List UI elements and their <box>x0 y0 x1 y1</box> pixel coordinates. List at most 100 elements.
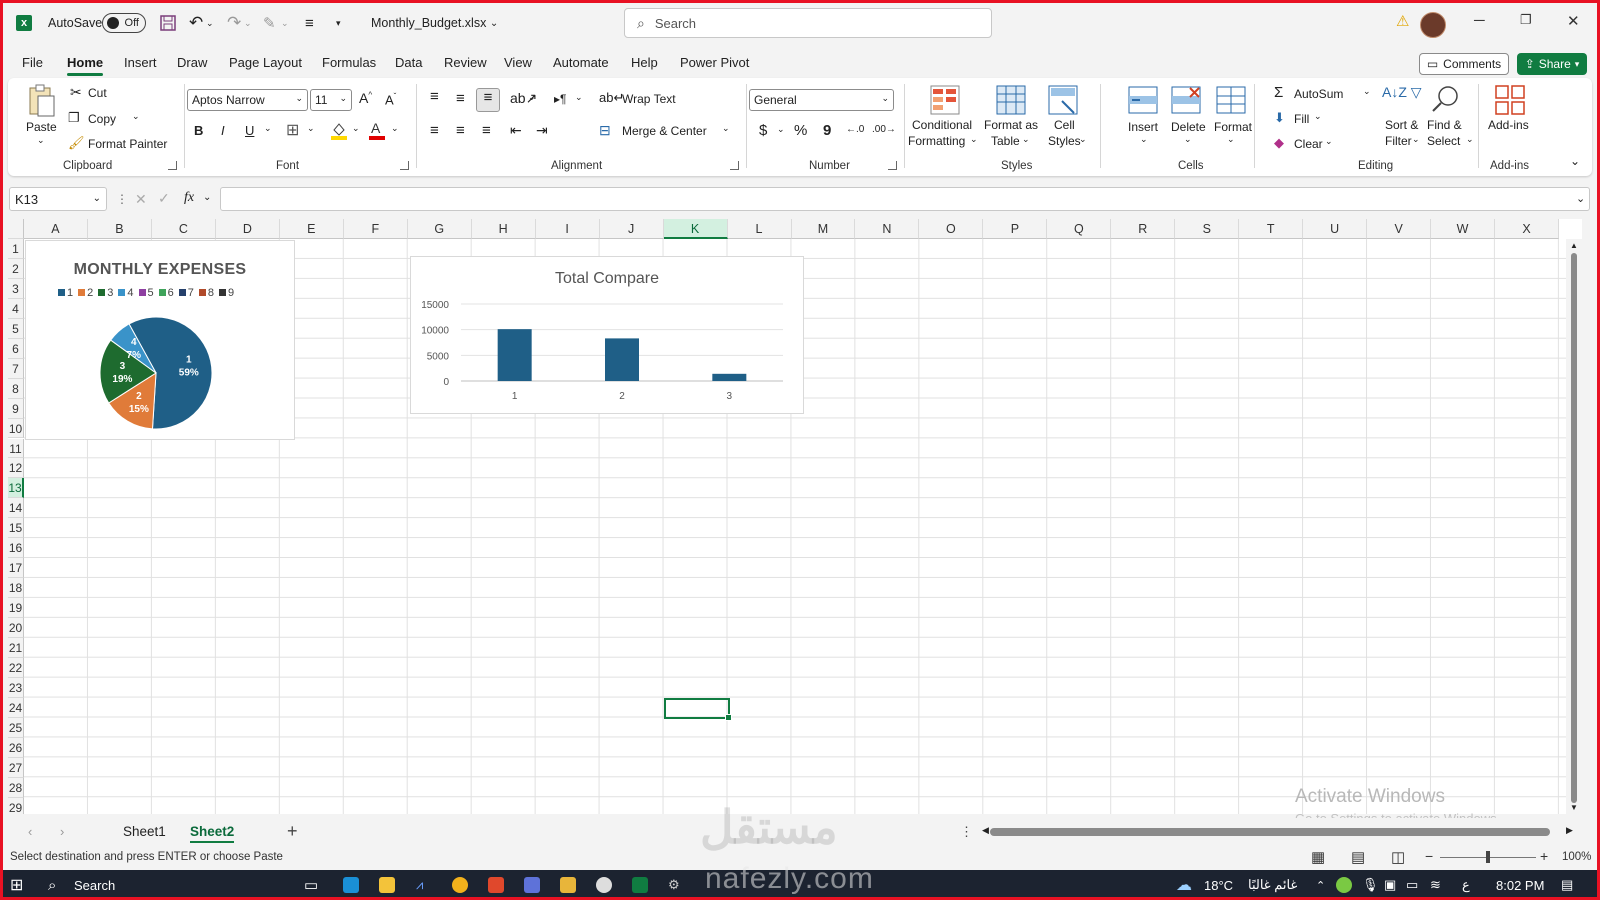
decrease-decimal-icon[interactable]: .00→ <box>872 124 896 135</box>
tab-review[interactable]: Review <box>444 55 487 70</box>
bar-chart[interactable]: Total Compare 15000 10000 5000 0 1 2 3 <box>410 256 804 414</box>
row-header-12[interactable]: 12 <box>8 458 24 479</box>
autosave-toggle[interactable]: Off <box>102 13 146 33</box>
warning-icon[interactable]: ⚠ <box>1396 12 1409 30</box>
merge-center-button[interactable]: Merge & Center <box>622 124 707 138</box>
italic-button[interactable]: I <box>221 123 225 138</box>
decrease-indent-icon[interactable]: ⇤ <box>510 122 522 139</box>
chrome-icon[interactable] <box>452 877 468 893</box>
qat-dropdown-icon[interactable]: ⌄ <box>281 0 289 46</box>
more-icon[interactable]: ⋮ <box>116 192 128 206</box>
file-explorer-icon[interactable] <box>560 877 576 893</box>
clear-button[interactable]: Clear <box>1294 137 1323 151</box>
row-header-28[interactable]: 28 <box>8 777 24 798</box>
row-header-14[interactable]: 14 <box>8 498 24 519</box>
name-box[interactable]: K13 ⌄ <box>9 187 107 211</box>
row-header-18[interactable]: 18 <box>8 578 24 599</box>
language-indicator[interactable]: ع <box>1462 870 1470 900</box>
microphone-icon[interactable]: 🎙 <box>1362 870 1379 900</box>
autosum-dropdown-icon[interactable]: ⌄ <box>1363 86 1371 97</box>
row-header-25[interactable]: 25 <box>8 717 24 738</box>
customize-qat-icon[interactable]: ▾ <box>336 0 341 46</box>
scroll-left-icon[interactable]: ◀ <box>982 825 989 836</box>
row-header-19[interactable]: 19 <box>8 598 24 619</box>
insert-function-button[interactable]: fx <box>184 190 194 206</box>
fill-color-dropdown-icon[interactable]: ⌄ <box>352 123 360 134</box>
text-direction-icon[interactable]: ▸¶ <box>554 92 566 106</box>
scroll-right-icon[interactable]: ▶ <box>1566 825 1573 836</box>
autosum-button[interactable]: AutoSum <box>1294 87 1343 101</box>
paste-icon[interactable] <box>26 84 56 118</box>
camera-icon[interactable]: ▣ <box>1384 870 1396 900</box>
paste-button[interactable]: Paste <box>26 120 57 134</box>
formula-input[interactable] <box>220 187 1590 211</box>
column-header-c[interactable]: C <box>151 219 216 239</box>
align-bottom-icon[interactable]: ≡ <box>476 88 500 112</box>
column-header-a[interactable]: A <box>24 219 88 239</box>
tab-power-pivot[interactable]: Power Pivot <box>680 55 749 70</box>
currency-button[interactable]: $ <box>759 122 767 139</box>
align-right-icon[interactable]: ≡ <box>482 122 491 139</box>
normal-view-icon[interactable]: ▦ <box>1311 848 1325 866</box>
zoom-out-icon[interactable]: − <box>1425 848 1433 864</box>
tab-page-layout[interactable]: Page Layout <box>229 55 302 70</box>
copy-button[interactable]: Copy <box>88 112 116 126</box>
borders-dropdown-icon[interactable]: ⌄ <box>307 123 315 134</box>
number-format-select[interactable]: General ⌄ <box>749 89 894 111</box>
font-size-select[interactable]: 11 ⌄ <box>310 89 352 111</box>
row-header-24[interactable]: 24 <box>8 697 24 718</box>
column-header-u[interactable]: U <box>1303 219 1368 239</box>
font-color-icon[interactable]: A <box>368 120 386 140</box>
selected-cell-k13[interactable] <box>664 698 732 721</box>
format-painter-qat-icon[interactable]: ✎ <box>263 0 276 46</box>
row-header-2[interactable]: 2 <box>8 258 24 279</box>
conditional-formatting-button[interactable]: Conditional <box>912 118 972 132</box>
row-header-16[interactable]: 16 <box>8 538 24 559</box>
close-button[interactable]: ✕ <box>1567 12 1580 30</box>
wifi-icon[interactable]: ≋ <box>1430 870 1441 900</box>
column-header-j[interactable]: J <box>599 219 664 239</box>
column-header-t[interactable]: T <box>1239 219 1304 239</box>
tab-data[interactable]: Data <box>395 55 422 70</box>
borders-icon[interactable]: ⊞ <box>286 120 299 140</box>
enter-icon[interactable]: ✓ <box>158 190 170 207</box>
row-header-5[interactable]: 5 <box>8 318 24 339</box>
share-button[interactable]: ⇪ Share ▾ <box>1517 53 1587 75</box>
row-header-17[interactable]: 17 <box>8 558 24 579</box>
row-header-22[interactable]: 22 <box>8 657 24 678</box>
sort-filter-button[interactable]: Sort & <box>1385 118 1418 132</box>
vertical-scrollbar[interactable]: ▲ ▼ <box>1566 239 1582 814</box>
bar-3[interactable] <box>712 373 747 381</box>
wrap-text-button[interactable]: Wrap Text <box>622 92 676 106</box>
row-header-20[interactable]: 20 <box>8 618 24 638</box>
row-header-11[interactable]: 11 <box>8 438 24 459</box>
format-button[interactable]: Format <box>1214 120 1252 134</box>
select-all-corner[interactable] <box>8 219 24 239</box>
decrease-font-icon[interactable]: Aˇ <box>385 92 396 107</box>
bold-button[interactable]: B <box>194 123 203 138</box>
redo-icon[interactable]: ↷ <box>227 0 241 46</box>
comments-button[interactable]: ▭ Comments <box>1419 53 1509 75</box>
number-launcher-icon[interactable] <box>888 161 897 170</box>
scroll-up-icon[interactable]: ▲ <box>1570 241 1578 250</box>
zoom-level[interactable]: 100% <box>1562 851 1591 863</box>
format-as-table-button[interactable]: Format as <box>984 118 1038 132</box>
horizontal-scrollbar[interactable] <box>990 828 1550 836</box>
tab-home[interactable]: Home <box>67 55 104 76</box>
row-header-10[interactable]: 10 <box>8 418 24 439</box>
column-header-d[interactable]: D <box>215 219 280 239</box>
align-top-icon[interactable]: ≡ <box>430 88 439 105</box>
vertical-scroll-thumb[interactable] <box>1571 253 1577 803</box>
page-layout-view-icon[interactable]: ▤ <box>1351 848 1365 866</box>
format-painter-button[interactable]: Format Painter <box>88 137 167 151</box>
column-header-s[interactable]: S <box>1175 219 1240 239</box>
row-header-26[interactable]: 26 <box>8 737 24 758</box>
row-header-21[interactable]: 21 <box>8 638 24 658</box>
app-icon[interactable]: ⩘ <box>416 870 423 900</box>
insert-button[interactable]: Insert <box>1128 120 1158 134</box>
clipboard-launcher-icon[interactable] <box>168 161 177 170</box>
column-header-o[interactable]: O <box>919 219 984 239</box>
row-header-7[interactable]: 7 <box>8 358 24 379</box>
tab-automate[interactable]: Automate <box>553 55 609 70</box>
search-box[interactable]: ⌕ Search <box>624 8 992 38</box>
